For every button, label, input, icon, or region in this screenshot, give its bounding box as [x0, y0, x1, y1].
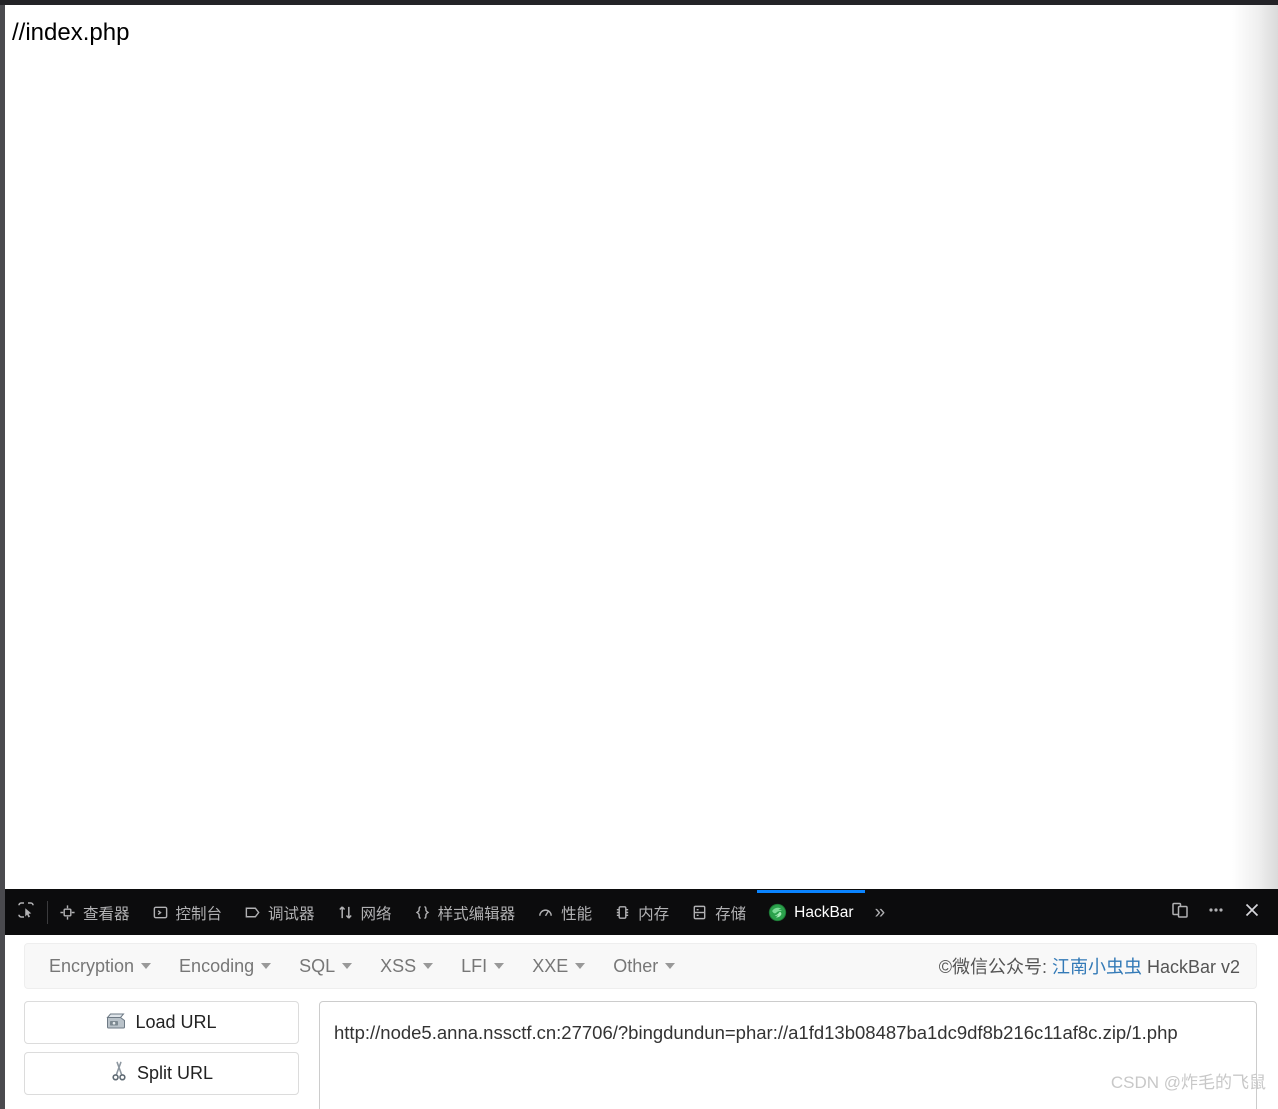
devtools-tab-debugger[interactable]: 调试器 — [233, 890, 326, 935]
split-url-label: Split URL — [136, 1063, 214, 1083]
style-editor-icon — [414, 904, 431, 921]
hackbar-menu-other[interactable]: Other — [599, 956, 689, 977]
hackbar-menu-xss[interactable]: XSS — [366, 956, 447, 977]
devtools-close-button[interactable] — [1234, 895, 1270, 931]
devtools-tab-label: HackBar — [794, 903, 854, 921]
devtools-tab-label: 性能 — [561, 905, 593, 923]
hackbar-menu-encoding[interactable]: Encoding — [165, 956, 285, 977]
devtools-tab-label: 内存 — [638, 905, 670, 923]
chevron-down-icon — [494, 963, 505, 969]
hackbar-url-field-wrapper — [319, 1001, 1257, 1109]
devtools-tab-strip: 查看器 控制台 调试器 网络 样式编辑器 性能 内存 存储 HackBar » — [5, 890, 1162, 935]
hackbar-menu-encryption[interactable]: Encryption — [35, 956, 165, 977]
devtools-tab-style-editor[interactable]: 样式编辑器 — [403, 890, 527, 935]
scissors-icon — [110, 1061, 128, 1086]
responsive-design-mode-icon — [1170, 900, 1190, 925]
load-url-button[interactable]: Load URL — [24, 1001, 299, 1044]
chevron-down-icon — [423, 963, 434, 969]
devtools-options-menu-button[interactable] — [1198, 895, 1234, 931]
load-url-label: Load URL — [135, 1012, 217, 1032]
devtools-tab-label: 控制台 — [175, 905, 223, 923]
hackbar-menu-xxe[interactable]: XXE — [518, 956, 599, 977]
chevron-down-icon — [141, 963, 152, 969]
devtools-tabs-overflow-button[interactable]: » — [865, 890, 896, 935]
memory-icon — [614, 904, 631, 921]
hackbar-menu-label: Encryption — [49, 955, 135, 976]
devtools-tab-label: 查看器 — [83, 905, 130, 923]
devtools-tab-storage[interactable]: 存储 — [680, 890, 757, 935]
devtools-tab-label: 样式编辑器 — [437, 905, 516, 923]
devtools-tab-hackbar[interactable]: HackBar — [757, 890, 866, 935]
responsive-design-mode-button[interactable] — [1162, 895, 1198, 931]
network-icon — [337, 904, 354, 921]
hackbar-credit-link[interactable]: 江南小虫虫 — [1052, 957, 1142, 977]
element-picker-icon — [16, 900, 36, 925]
devtools-tab-label: 网络 — [360, 905, 392, 923]
disk-drive-icon — [106, 1012, 126, 1034]
hackbar-menu-sql[interactable]: SQL — [285, 956, 366, 977]
hackbar-menu-label: XSS — [380, 955, 417, 976]
page-content-text: //index.php — [12, 19, 130, 46]
hackbar-menu-lfi[interactable]: LFI — [447, 956, 518, 977]
chevron-down-icon — [575, 963, 586, 969]
hackbar-credit-prefix: ©微信公众号: — [938, 957, 1052, 977]
devtools-tab-network[interactable]: 网络 — [326, 890, 403, 935]
devtools-tab-memory[interactable]: 内存 — [603, 890, 680, 935]
hackbar-menubar: Encryption Encoding SQL XSS LFI XXE Othe… — [24, 943, 1257, 989]
meatball-menu-icon — [1206, 900, 1226, 925]
hackbar-menu-label: LFI — [461, 955, 488, 976]
devtools-tab-performance[interactable]: 性能 — [526, 890, 603, 935]
devtools-toolbar-controls — [1162, 890, 1278, 935]
devtools-tab-label: 调试器 — [268, 905, 315, 923]
hackbar-credit-suffix: HackBar v2 — [1141, 957, 1240, 977]
devtools-toolbar: 查看器 控制台 调试器 网络 样式编辑器 性能 内存 存储 HackBar » — [5, 889, 1278, 935]
performance-icon — [537, 904, 554, 921]
inspector-icon — [59, 904, 76, 921]
console-icon — [152, 904, 169, 921]
hackbar-credit: ©微信公众号: 江南小虫虫 HackBar v2 — [939, 953, 1246, 979]
hackbar-menu-label: Encoding — [179, 955, 255, 976]
chevron-down-icon — [261, 963, 272, 969]
debugger-icon — [244, 904, 261, 921]
element-picker-button[interactable] — [5, 890, 47, 935]
devtools-tab-console[interactable]: 控制台 — [141, 890, 234, 935]
hackbar-panel: Encryption Encoding SQL XSS LFI XXE Othe… — [5, 935, 1278, 1109]
devtools-tab-label: 存储 — [715, 905, 747, 923]
storage-icon — [691, 904, 708, 921]
hackbar-body: Load URL Split URL — [24, 1001, 1257, 1109]
hackbar-action-buttons: Load URL Split URL — [24, 1001, 299, 1109]
hackbar-menu-label: SQL — [299, 955, 336, 976]
hackbar-menu-label: Other — [613, 955, 659, 976]
split-url-button[interactable]: Split URL — [24, 1052, 299, 1095]
close-icon — [1241, 899, 1263, 926]
url-input[interactable] — [319, 1001, 1257, 1109]
hackbar-logo-icon — [768, 903, 787, 922]
devtools-tab-inspector[interactable]: 查看器 — [48, 890, 141, 935]
chevron-down-icon — [665, 963, 676, 969]
browser-window: //index.php 查看器 控制台 调试器 网络 样式编辑器 性能 内存 存… — [0, 0, 1278, 1109]
chevron-down-icon — [342, 963, 353, 969]
page-viewport: //index.php — [5, 5, 1278, 889]
hackbar-menu-label: XXE — [532, 955, 569, 976]
